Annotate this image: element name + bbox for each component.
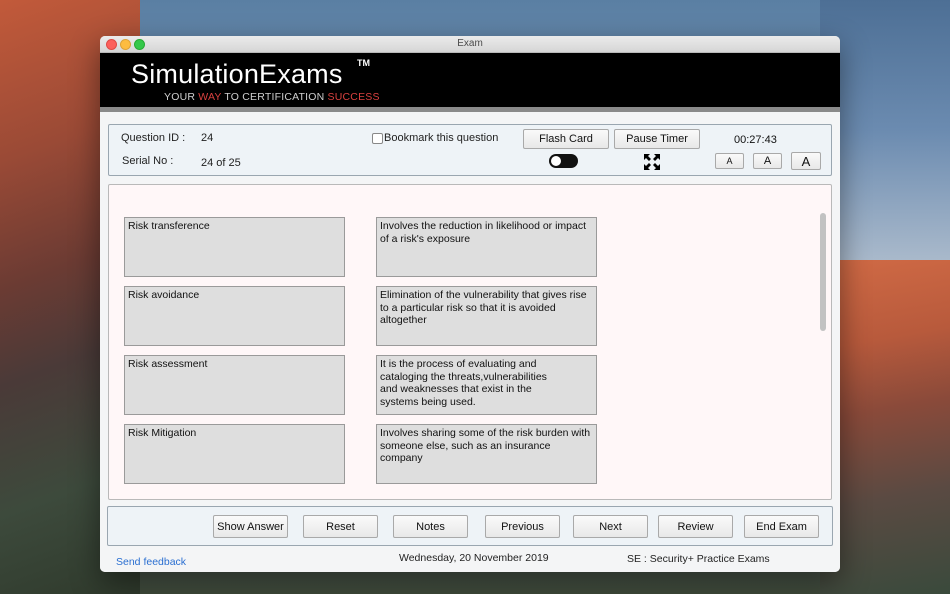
- definition-card[interactable]: It is the process of evaluating and cata…: [376, 355, 597, 415]
- definition-card[interactable]: Involves the reduction in likelihood or …: [376, 217, 597, 277]
- review-button[interactable]: Review: [658, 515, 733, 538]
- term-card[interactable]: Risk assessment: [124, 355, 345, 415]
- pause-timer-button[interactable]: Pause Timer: [614, 129, 700, 149]
- window-title: Exam: [457, 38, 483, 49]
- exam-timer: 00:27:43: [734, 134, 777, 146]
- reset-button[interactable]: Reset: [303, 515, 378, 538]
- toggle-knob: [551, 156, 561, 166]
- end-exam-button[interactable]: End Exam: [744, 515, 819, 538]
- notes-button[interactable]: Notes: [393, 515, 468, 538]
- question-id-value: 24: [201, 132, 214, 144]
- matching-question-area: Risk transference Involves the reduction…: [108, 184, 832, 500]
- question-id-label: Question ID :: [121, 132, 186, 144]
- trademark-symbol: TM: [357, 58, 370, 68]
- scrollbar-thumb[interactable]: [820, 213, 826, 331]
- next-button[interactable]: Next: [573, 515, 648, 538]
- current-date: Wednesday, 20 November 2019: [399, 552, 549, 564]
- exam-window: Exam SimulationExams TM YOUR WAY TO CERT…: [100, 36, 840, 572]
- fullscreen-icon[interactable]: [643, 153, 661, 171]
- font-size-medium-button[interactable]: A: [753, 153, 782, 169]
- header-banner: SimulationExams TM YOUR WAY TO CERTIFICA…: [100, 53, 840, 107]
- definition-card[interactable]: Elimination of the vulnerability that gi…: [376, 286, 597, 346]
- definition-card[interactable]: Involves sharing some of the risk burden…: [376, 424, 597, 484]
- vertical-scrollbar[interactable]: [820, 213, 826, 497]
- bookmark-checkbox[interactable]: [372, 133, 383, 144]
- tagline: YOUR WAY TO CERTIFICATION SUCCESS: [164, 91, 380, 103]
- serial-label: Serial No :: [122, 155, 174, 167]
- logo: SimulationExams: [131, 59, 343, 89]
- title-bar[interactable]: Exam: [100, 36, 840, 53]
- font-size-large-button[interactable]: A: [791, 152, 821, 170]
- flash-card-button[interactable]: Flash Card: [523, 129, 609, 149]
- question-info-panel: Question ID : 24 Serial No : 24 of 25 Bo…: [108, 124, 832, 176]
- previous-button[interactable]: Previous: [485, 515, 560, 538]
- serial-value: 24 of 25: [201, 157, 241, 169]
- term-card[interactable]: Risk avoidance: [124, 286, 345, 346]
- navigation-bar: Show Answer Reset Notes Previous Next Re…: [107, 506, 833, 546]
- mode-toggle[interactable]: [549, 154, 578, 168]
- show-answer-button[interactable]: Show Answer: [213, 515, 288, 538]
- bookmark-label[interactable]: Bookmark this question: [384, 132, 498, 144]
- term-card[interactable]: Risk Mitigation: [124, 424, 345, 484]
- send-feedback-link[interactable]: Send feedback: [116, 556, 186, 568]
- product-name: SE : Security+ Practice Exams: [627, 553, 770, 565]
- term-card[interactable]: Risk transference: [124, 217, 345, 277]
- exam-content: Question ID : 24 Serial No : 24 of 25 Bo…: [100, 112, 840, 572]
- font-size-small-button[interactable]: A: [715, 153, 744, 169]
